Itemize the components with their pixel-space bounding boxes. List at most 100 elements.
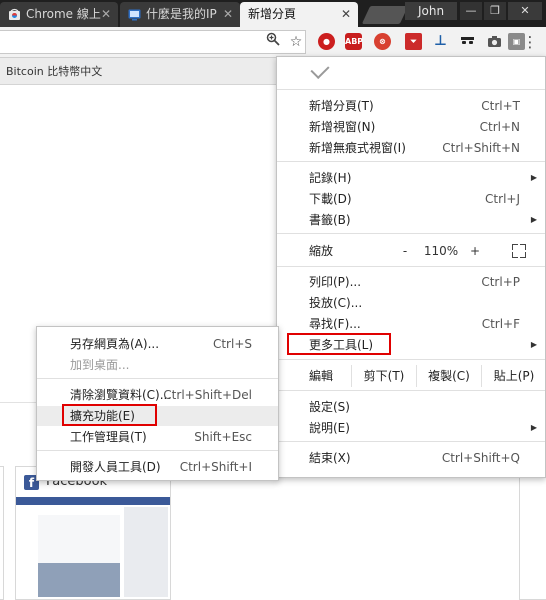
tab-chrome-webstore[interactable]: Chrome 線上 ✕ — [0, 2, 118, 27]
submenu-item-shortcut: Ctrl+S — [212, 337, 252, 351]
tab-title: 新增分頁 — [248, 7, 297, 21]
menu-item-shortcut: Ctrl+F — [481, 317, 520, 331]
submenu-item-label: 工作管理員(T) — [70, 430, 147, 444]
menu-item-shortcut: Ctrl+T — [481, 99, 520, 113]
tab-my-ip[interactable]: 什麼是我的IP ✕ — [120, 2, 240, 27]
submenu-item-label: 加到桌面... — [70, 358, 130, 372]
menu-item-label: 列印(P)... — [309, 275, 362, 289]
restore-icon[interactable]: ❐ — [484, 2, 506, 20]
menu-item-more-tools[interactable]: 更多工具(L) ▶ — [277, 335, 545, 355]
submenu-item-shortcut: Ctrl+Shift+Del — [163, 388, 252, 402]
menu-row-edit: 編輯 剪下(T) 複製(C) 貼上(P) — [277, 365, 546, 387]
menu-item-new-tab[interactable]: 新增分頁(T) Ctrl+T — [277, 96, 545, 116]
zoom-level: 110% — [423, 244, 459, 258]
menu-item-bookmarks[interactable]: 書籤(B) ▶ — [277, 210, 545, 230]
toolbar: ☆ ● 1 ABP 1 ⊗ ⏷ ⊥ ▣ ⋮ — [0, 27, 546, 82]
menu-item-shortcut: Ctrl+Shift+Q — [441, 451, 520, 465]
menu-item-shortcut: Ctrl+J — [485, 192, 520, 206]
menu-item-label: 書籤(B) — [309, 213, 351, 227]
close-window-icon[interactable]: ✕ — [508, 2, 542, 20]
menu-item-label: 更多工具(L) — [309, 338, 374, 352]
thumbnail-partial[interactable] — [0, 466, 4, 600]
menu-separator — [277, 390, 545, 391]
edit-label: 編輯 — [309, 369, 334, 383]
tab-title: 什麼是我的IP — [146, 7, 217, 21]
minimize-icon[interactable]: — — [460, 2, 482, 20]
lastpass-icon[interactable]: ● — [318, 33, 335, 50]
submenu-item-label: 擴充功能(E) — [70, 409, 135, 423]
menu-item-find[interactable]: 尋找(F)... Ctrl+F — [277, 314, 545, 334]
disconnect-icon[interactable]: ⊗ — [374, 33, 391, 50]
tab-new-tab[interactable]: 新增分頁 ✕ — [240, 2, 358, 27]
menu-item-label: 說明(E) — [309, 421, 350, 435]
submenu-item-shortcut: Shift+Esc — [194, 430, 252, 444]
tab-close-icon[interactable]: ✕ — [340, 2, 352, 27]
menu-separator — [37, 450, 278, 451]
camera-icon[interactable] — [486, 33, 503, 50]
spacer2-icon — [464, 33, 481, 50]
thumbnail-facebook[interactable]: f Facebook — [15, 466, 171, 600]
submenu-item-save-page[interactable]: 另存網頁為(A)... Ctrl+S — [37, 334, 278, 354]
submenu-item-developer-tools[interactable]: 開發人員工具(D) Ctrl+Shift+I — [37, 457, 278, 477]
zoom-out-button[interactable]: - — [395, 241, 415, 261]
profile-button[interactable]: John — [405, 2, 457, 20]
menu-item-help[interactable]: 說明(E) ▶ — [277, 418, 545, 438]
submenu-item-extensions[interactable]: 擴充功能(E) — [37, 406, 278, 426]
submenu-item-label: 開發人員工具(D) — [70, 460, 161, 474]
menu-item-cast[interactable]: 投放(C)... — [277, 293, 545, 313]
menu-row-zoom: 縮放 - 110% + — [277, 241, 545, 261]
menu-item-label: 結束(X) — [309, 451, 351, 465]
zoom-label: 縮放 — [309, 244, 334, 258]
ip-site-icon — [128, 9, 141, 21]
checkmark-icon — [310, 59, 330, 80]
menu-separator — [277, 266, 545, 267]
tab-close-icon[interactable]: ✕ — [100, 2, 112, 27]
bookmark-star-icon[interactable]: ☆ — [286, 32, 306, 52]
zoom-in-button[interactable]: + — [465, 241, 485, 261]
pdf-icon[interactable]: ⏷ — [405, 33, 422, 50]
facebook-photo-preview — [38, 563, 120, 597]
menu-separator — [277, 161, 545, 162]
menu-item-new-incognito[interactable]: 新增無痕式視窗(I) Ctrl+Shift+N — [277, 138, 545, 158]
new-tab-button[interactable] — [361, 6, 409, 24]
paste-button[interactable]: 貼上(P) — [481, 365, 546, 387]
fullscreen-icon[interactable] — [512, 244, 526, 258]
menu-item-exit[interactable]: 結束(X) Ctrl+Shift+Q — [277, 448, 545, 468]
facebook-side-preview — [124, 507, 168, 597]
menu-item-label: 設定(S) — [309, 400, 350, 414]
menu-separator — [277, 89, 545, 90]
menu-item-shortcut: Ctrl+P — [481, 275, 520, 289]
stamp-icon[interactable]: ⊥ — [432, 33, 449, 50]
tab-close-icon[interactable]: ✕ — [222, 2, 234, 27]
menu-item-history[interactable]: 記錄(H) ▶ — [277, 168, 545, 188]
menu-item-print[interactable]: 列印(P)... Ctrl+P — [277, 272, 545, 292]
menu-item-label: 投放(C)... — [309, 296, 363, 310]
submenu-item-label: 另存網頁為(A)... — [70, 337, 160, 351]
tab-strip: Chrome 線上 ✕ 什麼是我的IP ✕ 新增分頁 ✕ John — ❐ ✕ — [0, 0, 546, 27]
copy-button[interactable]: 複製(C) — [416, 365, 481, 387]
chrome-menu-icon[interactable]: ⋮ — [520, 32, 540, 52]
cut-button[interactable]: 剪下(T) — [351, 365, 416, 387]
menu-item-label: 記錄(H) — [309, 171, 352, 185]
menu-item-settings[interactable]: 設定(S) — [277, 397, 545, 417]
bookmark-item[interactable]: Bitcoin 比特幣中文 — [6, 63, 102, 79]
menu-separator — [277, 441, 545, 442]
adblock-plus-icon[interactable]: ABP — [345, 33, 363, 50]
menu-item-downloads[interactable]: 下載(D) Ctrl+J — [277, 189, 545, 209]
submenu-item-clear-browsing-data[interactable]: 清除瀏覽資料(C)... Ctrl+Shift+Del — [37, 385, 278, 405]
address-bar[interactable] — [0, 30, 306, 54]
thumbnail-partial[interactable] — [519, 466, 546, 600]
submenu-item-shortcut: Ctrl+Shift+I — [179, 460, 252, 474]
menu-separator — [277, 233, 545, 234]
menu-item-label: 尋找(F)... — [309, 317, 361, 331]
submenu-arrow-icon: ▶ — [530, 423, 537, 432]
tab-title: Chrome 線上 — [26, 7, 101, 21]
menu-item-shortcut: Ctrl+Shift+N — [442, 141, 520, 155]
bookmark-bar: Bitcoin 比特幣中文 — [0, 58, 290, 85]
zoom-icon[interactable] — [263, 32, 283, 52]
menu-separator — [37, 378, 278, 379]
menu-item-label: 新增無痕式視窗(I) — [309, 141, 406, 155]
menu-item-new-window[interactable]: 新增視窗(N) Ctrl+N — [277, 117, 545, 137]
submenu-item-task-manager[interactable]: 工作管理員(T) Shift+Esc — [37, 427, 278, 447]
menu-item-label: 新增視窗(N) — [309, 120, 376, 134]
